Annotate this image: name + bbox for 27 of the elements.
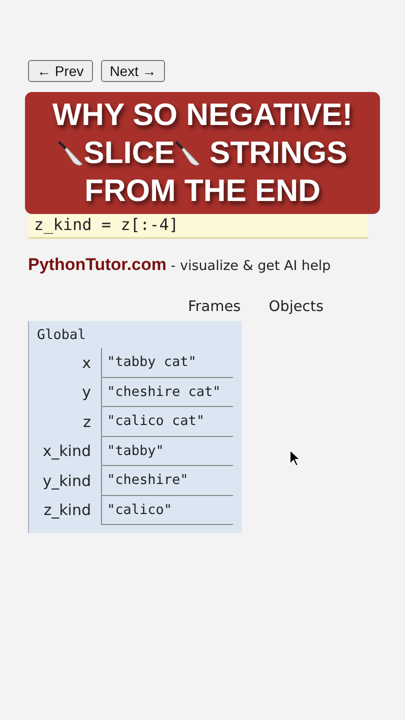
variable-name: z: [82, 412, 92, 433]
variable-name: x_kind: [42, 441, 92, 462]
prev-button[interactable]: ← Prev: [28, 60, 93, 82]
site-logo[interactable]: PythonTutor.com: [28, 255, 167, 274]
variable-value: "calico cat": [101, 407, 233, 436]
frame-title: Global: [36, 326, 87, 345]
frames-heading: Frames: [188, 299, 241, 315]
code-line: z_kind = z[:-4]: [34, 215, 180, 235]
variable-value: "cheshire cat": [101, 378, 233, 407]
cursor-icon: [289, 449, 301, 467]
variable-value: "tabby": [101, 436, 233, 466]
variable-value: "tabby cat": [101, 348, 233, 378]
next-button[interactable]: Next →: [100, 60, 166, 82]
objects-heading: Objects: [268, 299, 324, 315]
variable-name: z_kind: [42, 500, 92, 522]
variable-name: y: [81, 382, 92, 404]
banner-title: STRINGS: [208, 134, 348, 172]
banner-title: SLICE: [84, 134, 175, 172]
variable-name: x: [81, 352, 92, 374]
variable-value: "cheshire": [101, 466, 233, 496]
variable-name: y_kind: [42, 470, 92, 492]
banner-title: FROM THE END: [84, 172, 320, 210]
knife-icon: [174, 138, 201, 168]
variable-value: "calico": [101, 496, 233, 525]
knife-icon: [58, 138, 84, 168]
tagline: - visualize & get AI help: [170, 258, 331, 274]
banner-title: WHY SO NEGATIVE!: [52, 96, 353, 134]
